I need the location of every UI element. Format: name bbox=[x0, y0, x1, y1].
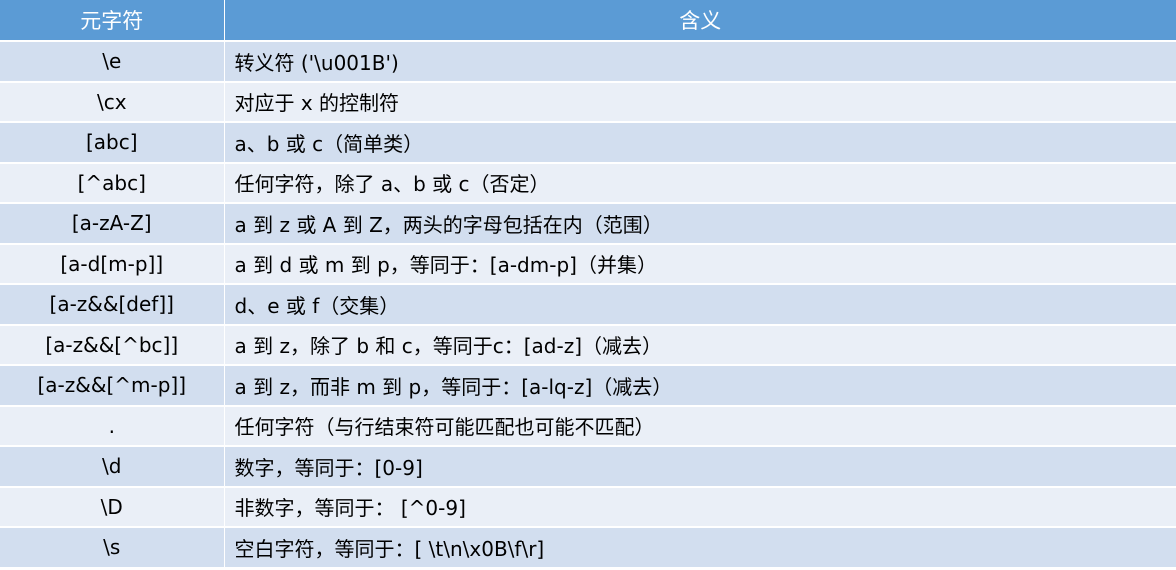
metachar-cell: . bbox=[0, 405, 225, 447]
table-header: 元字符 含义 bbox=[0, 0, 1176, 42]
table-row: \d 数字，等同于：[0-9] bbox=[0, 446, 1176, 488]
metachar-cell: \cx bbox=[0, 81, 225, 123]
meaning-cell: a、b 或 c（简单类） bbox=[224, 122, 1176, 164]
meaning-cell: 对应于 x 的控制符 bbox=[224, 81, 1176, 123]
meaning-cell: 空白字符，等同于：[ \t\n\x0B\f\r] bbox=[224, 527, 1176, 569]
table-row: [a-d[m-p]] a 到 d 或 m 到 p，等同于：[a-dm-p]（并集… bbox=[0, 243, 1176, 285]
metachar-cell: [a-d[m-p]] bbox=[0, 243, 225, 285]
meaning-cell: a 到 z，除了 b 和 c，等同于c：[ad-z]（减去） bbox=[224, 324, 1176, 366]
table-row: [^abc] 任何字符，除了 a、b 或 c（否定） bbox=[0, 162, 1176, 204]
table-row: \D 非数字，等同于： [^0-9] bbox=[0, 486, 1176, 528]
metachar-cell: \s bbox=[0, 527, 225, 569]
table-body: \e 转义符 ('\u001B') \cx 对应于 x 的控制符 [abc] a… bbox=[0, 41, 1176, 569]
meaning-cell: a 到 z，而非 m 到 p，等同于：[a-lq-z]（减去） bbox=[224, 365, 1176, 407]
table-row: [abc] a、b 或 c（简单类） bbox=[0, 122, 1176, 164]
metachar-cell: \d bbox=[0, 446, 225, 488]
meaning-cell: 非数字，等同于： [^0-9] bbox=[224, 486, 1176, 528]
table-row: [a-z&&[^bc]] a 到 z，除了 b 和 c，等同于c：[ad-z]（… bbox=[0, 324, 1176, 366]
metachar-cell: [a-z&&[^bc]] bbox=[0, 324, 225, 366]
header-row: 元字符 含义 bbox=[0, 0, 1176, 42]
header-metachar: 元字符 bbox=[0, 0, 225, 42]
table-row: . 任何字符（与行结束符可能匹配也可能不匹配） bbox=[0, 405, 1176, 447]
metachar-cell: [a-zA-Z] bbox=[0, 203, 225, 245]
metachar-cell: \e bbox=[0, 41, 225, 83]
metachar-cell: [a-z&&[^m-p]] bbox=[0, 365, 225, 407]
table-row: \s 空白字符，等同于：[ \t\n\x0B\f\r] bbox=[0, 527, 1176, 569]
meaning-cell: 任何字符（与行结束符可能匹配也可能不匹配） bbox=[224, 405, 1176, 447]
table-row: \e 转义符 ('\u001B') bbox=[0, 41, 1176, 83]
regex-metacharacter-table: 元字符 含义 \e 转义符 ('\u001B') \cx 对应于 x 的控制符 … bbox=[0, 0, 1176, 569]
metachar-cell: [a-z&&[def]] bbox=[0, 284, 225, 326]
table-row: [a-z&&[^m-p]] a 到 z，而非 m 到 p，等同于：[a-lq-z… bbox=[0, 365, 1176, 407]
meaning-cell: a 到 d 或 m 到 p，等同于：[a-dm-p]（并集） bbox=[224, 243, 1176, 285]
metachar-cell: [abc] bbox=[0, 122, 225, 164]
header-meaning: 含义 bbox=[224, 0, 1176, 42]
meaning-cell: 数字，等同于：[0-9] bbox=[224, 446, 1176, 488]
table-row: [a-z&&[def]] d、e 或 f（交集） bbox=[0, 284, 1176, 326]
table-row: [a-zA-Z] a 到 z 或 A 到 Z，两头的字母包括在内（范围） bbox=[0, 203, 1176, 245]
metachar-cell: \D bbox=[0, 486, 225, 528]
meaning-cell: 任何字符，除了 a、b 或 c（否定） bbox=[224, 162, 1176, 204]
meaning-cell: 转义符 ('\u001B') bbox=[224, 41, 1176, 83]
meaning-cell: d、e 或 f（交集） bbox=[224, 284, 1176, 326]
table-row: \cx 对应于 x 的控制符 bbox=[0, 81, 1176, 123]
metachar-cell: [^abc] bbox=[0, 162, 225, 204]
meaning-cell: a 到 z 或 A 到 Z，两头的字母包括在内（范围） bbox=[224, 203, 1176, 245]
